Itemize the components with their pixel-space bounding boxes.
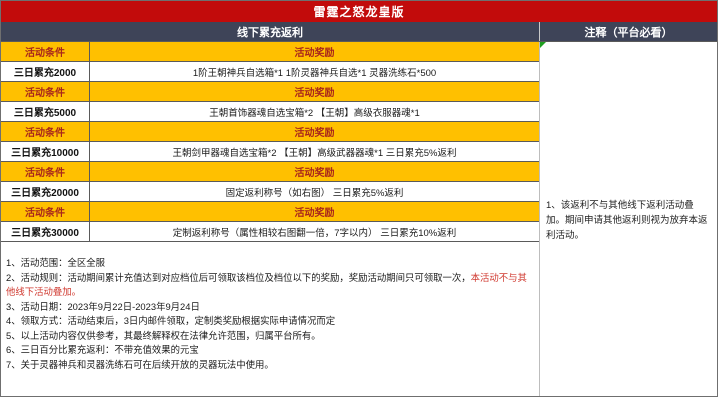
tier-2-reward: 王朝剑甲器魂自选宝箱*2 【王朝】高级武器器魂*1 三日累充5%返利 [172, 147, 457, 159]
section-header-recharge: 线下累充返利 [237, 26, 303, 39]
tier-4-header-reward: 活动奖励 [294, 208, 335, 219]
note-line-1: 1、活动范围：全区全服 [6, 257, 105, 268]
tier-2-header: 活动条件 活动奖励 [1, 122, 539, 142]
tier-3-header: 活动条件 活动奖励 [1, 162, 539, 182]
tier-0-header-reward: 活动奖励 [294, 48, 335, 59]
tier-2-header-condition: 活动条件 [1, 122, 90, 141]
tier-1-reward: 王朝首饰器魂自选宝箱*2 【王朝】高级衣服器魂*1 [209, 107, 420, 119]
rules-notes: 1、活动范围：全区全服 2、活动规则：活动期间累计充值达到对应档位后可领取该档位及… [1, 242, 539, 396]
note-line-7: 7、关于灵器神兵和灵器洗练石可在后续开放的灵器玩法中使用。 [6, 358, 274, 370]
recharge-table: 活动条件 活动奖励 三日累充2000 1阶王朝神兵自选箱*1 1阶灵器神兵自选*1 灵… [1, 42, 539, 396]
title-bar: 雷霆之怒龙皇版 [1, 1, 717, 22]
tier-0-condition: 三日累充2000 [1, 62, 90, 81]
tier-0-reward: 1阶王朝神兵自选箱*1 1阶灵器神兵自选*1 灵器洗练石*500 [192, 67, 437, 79]
tier-3: 三日累充20000 固定返利称号（如右图） 三日累充5%返利 [1, 182, 539, 202]
note-line-2: 2、活动规则：活动期间累计充值达到对应档位后可领取该档位及档位以下的奖励，奖励活… [6, 271, 527, 298]
tier-2-condition: 三日累充10000 [1, 142, 90, 161]
note-line-6: 6、三日百分比累充返利：不带充值效果的元宝 [6, 344, 199, 355]
section-header-row: 线下累充返利 注释（平台必看） [1, 22, 717, 42]
note-line-5: 5、以上活动内容仅供参考，其最终解释权在法律允许范围，归属平台所有。 [6, 329, 321, 341]
tier-2-header-reward: 活动奖励 [294, 128, 335, 139]
tier-4-header: 活动条件 活动奖励 [1, 202, 539, 222]
page-title: 雷霆之怒龙皇版 [313, 5, 405, 19]
tier-3-header-condition: 活动条件 [1, 162, 90, 181]
tier-1-header-condition: 活动条件 [1, 82, 90, 101]
tier-4-reward: 定制返利称号（属性相较右图翻一倍，7字以内） 三日累充10%返利 [172, 227, 457, 239]
annotation-cell: 1、该返利不与其他线下返利活动叠加。期间申请其他返利则视为放弃本返利活动。 [539, 42, 717, 396]
tier-1-condition: 三日累充5000 [1, 102, 90, 121]
sheet-body: 活动条件 活动奖励 三日累充2000 1阶王朝神兵自选箱*1 1阶灵器神兵自选*1 灵… [1, 42, 717, 396]
annotation-text: 1、该返利不与其他线下返利活动叠加。期间申请其他返利则视为放弃本返利活动。 [546, 199, 708, 241]
note-line-3: 3、活动日期：2023年9月22日-2023年9月24日 [6, 300, 200, 312]
tier-2: 三日累充10000 王朝剑甲器魂自选宝箱*2 【王朝】高级武器器魂*1 三日累充5… [1, 142, 539, 162]
tier-4-header-condition: 活动条件 [1, 202, 90, 221]
tier-1-header-reward: 活动奖励 [294, 88, 335, 99]
tier-4-condition: 三日累充30000 [1, 222, 90, 241]
tier-4: 三日累充30000 定制返利称号（属性相较右图翻一倍，7字以内） 三日累充10%返… [1, 222, 539, 242]
promo-sheet: 雷霆之怒龙皇版 线下累充返利 注释（平台必看） 活动条件 活动奖励 三日累充2000… [0, 0, 718, 397]
tier-0: 三日累充2000 1阶王朝神兵自选箱*1 1阶灵器神兵自选*1 灵器洗练石*500 [1, 62, 539, 82]
tier-1: 三日累充5000 王朝首饰器魂自选宝箱*2 【王朝】高级衣服器魂*1 [1, 102, 539, 122]
tier-0-header-condition: 活动条件 [1, 42, 90, 61]
tier-3-header-reward: 活动奖励 [294, 168, 335, 179]
comment-marker-icon [540, 42, 546, 48]
section-header-annotation: 注释（平台必看） [539, 22, 717, 41]
tier-0-header: 活动条件 活动奖励 [1, 42, 539, 62]
tier-1-header: 活动条件 活动奖励 [1, 82, 539, 102]
tier-rows: 活动条件 活动奖励 三日累充2000 1阶王朝神兵自选箱*1 1阶灵器神兵自选*1 灵… [1, 42, 539, 242]
tier-3-condition: 三日累充20000 [1, 182, 90, 201]
tier-3-reward: 固定返利称号（如右图） 三日累充5%返利 [225, 187, 404, 199]
note-line-4: 4、领取方式：活动结束后，3日内邮件领取，定制类奖励根据实际申请情况而定 [6, 315, 336, 326]
